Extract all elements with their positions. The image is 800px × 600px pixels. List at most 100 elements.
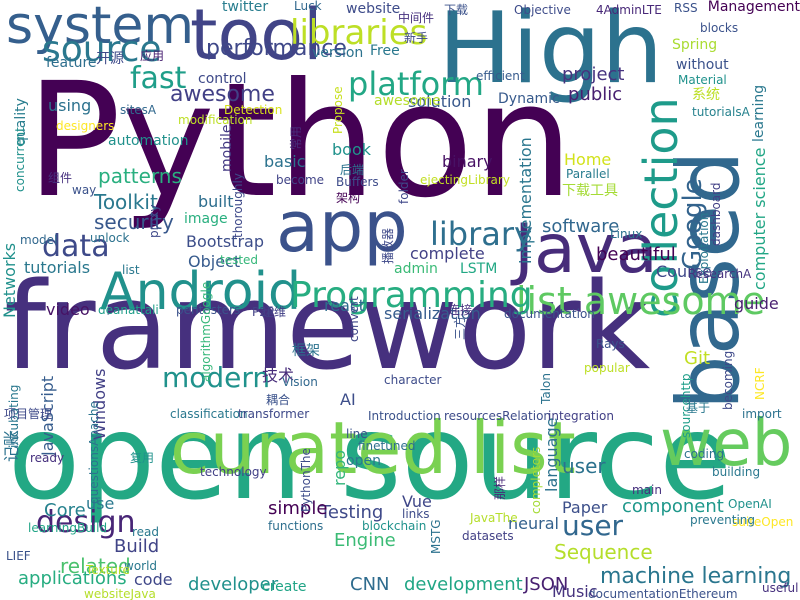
- cloud-word: import: [742, 407, 782, 421]
- cloud-word: 组件: [48, 171, 73, 185]
- cloud-word: resourcesRelation: [444, 409, 552, 423]
- cloud-word: 记账: [2, 429, 21, 462]
- cloud-word: AI: [340, 390, 356, 409]
- cloud-word: websiteJava: [84, 587, 156, 600]
- cloud-word: complete: [410, 244, 485, 263]
- cloud-word: Propose: [331, 86, 345, 134]
- cloud-word: Sequence: [554, 540, 653, 564]
- cloud-word: Vision: [282, 375, 318, 389]
- cloud-word: using: [48, 96, 92, 115]
- cloud-word: 基于: [686, 401, 711, 415]
- cloud-word: Spring: [672, 37, 718, 53]
- cloud-word: Luck: [294, 0, 322, 13]
- cloud-word: 运维: [262, 305, 287, 319]
- cloud-word: 项目管理: [4, 407, 53, 421]
- cloud-word: Engine: [334, 530, 396, 551]
- cloud-word: Management: [707, 0, 800, 15]
- cloud-word: modification: [178, 113, 253, 127]
- cloud-word: main: [632, 483, 662, 497]
- word-cloud: Python framework open source High based curat…: [0, 0, 800, 600]
- cloud-word: website: [346, 1, 401, 17]
- cloud-word: classification: [170, 407, 248, 421]
- cloud-word: 架构: [336, 191, 361, 205]
- cloud-word: create: [262, 579, 307, 595]
- cloud-word: documentation: [504, 307, 595, 321]
- cloud-word: useful: [762, 581, 799, 595]
- cloud-word: finetuned: [358, 439, 416, 453]
- cloud-word: questionsApache: [87, 401, 101, 504]
- cloud-word: 框架: [292, 343, 320, 359]
- cloud-word: deanattali: [98, 303, 159, 317]
- cloud-word: Buffers: [336, 175, 379, 189]
- cloud-word: open: [346, 453, 381, 469]
- cloud-word: unlock: [90, 231, 130, 245]
- cloud-word: algorithmGoogle: [199, 281, 213, 382]
- cloud-word: without: [676, 57, 729, 73]
- cloud-word: Home: [564, 150, 612, 169]
- cloud-word: language: [542, 417, 561, 493]
- cloud-word: 下载: [444, 3, 469, 17]
- cloud-word: technology: [200, 465, 267, 479]
- cloud-word: PythonThe: [299, 448, 313, 512]
- cloud-word: guide: [734, 294, 779, 313]
- cloud-word: thoroughly: [231, 173, 245, 238]
- cloud-word: become: [276, 173, 325, 187]
- cloud-word: read: [132, 525, 160, 539]
- cloud-word: project: [562, 64, 625, 85]
- cloud-word: completers: [529, 446, 543, 514]
- cloud-word: preventing: [690, 513, 756, 527]
- cloud-word: Bootstrap: [186, 232, 264, 251]
- cloud-word: Dynamic: [498, 91, 560, 107]
- cloud-word: ResearchA: [688, 267, 752, 281]
- cloud-word: character: [384, 373, 442, 387]
- cloud-word: feature: [46, 55, 97, 71]
- cloud-word: basic: [264, 152, 306, 171]
- cloud-word: learningBuild: [28, 521, 108, 535]
- cloud-word: 三方: [453, 315, 467, 340]
- cloud-word: control: [198, 71, 247, 87]
- cloud-word: implementation: [516, 137, 535, 264]
- cloud-word: tested: [220, 253, 259, 267]
- cloud-word: Material: [678, 73, 727, 87]
- cloud-word: 应用: [140, 49, 165, 63]
- cloud-word: built: [198, 192, 234, 211]
- cloud-word: becoming: [721, 350, 735, 410]
- cloud-word: 4AdminLTE: [596, 3, 662, 17]
- cloud-word: Build: [114, 536, 160, 557]
- cloud-word: Objective: [514, 3, 571, 17]
- cloud-word: folder: [397, 169, 411, 204]
- cloud-word: designers: [56, 119, 115, 133]
- cloud-word: mobile: [219, 124, 235, 172]
- cloud-word: twitter: [222, 0, 269, 15]
- cloud-word: 下载工具: [562, 183, 618, 199]
- cloud-word: efficient: [476, 69, 525, 83]
- cloud-word: way: [72, 183, 97, 197]
- cloud-word: software: [542, 216, 620, 237]
- cloud-word: automation: [108, 133, 189, 149]
- cloud-word: computer science: [750, 147, 769, 290]
- cloud-word: learning: [751, 84, 767, 142]
- cloud-word: tutorials: [24, 258, 91, 277]
- cloud-word: 中间件: [398, 11, 435, 25]
- cloud-word: binary: [442, 152, 493, 171]
- cloud-word: patterns: [98, 164, 182, 188]
- cloud-word: Free: [370, 43, 400, 59]
- cloud-word: NCRF: [753, 367, 767, 400]
- cloud-word: 复用: [130, 451, 155, 465]
- cloud-word: popular: [584, 361, 630, 375]
- cloud-word: 系统: [692, 87, 720, 103]
- cloud-word: 播放器: [381, 227, 395, 264]
- cloud-word: awesome: [374, 93, 441, 109]
- cloud-word: list: [122, 263, 140, 277]
- cloud-word: model: [20, 233, 58, 247]
- cloud-word: Rays: [596, 337, 625, 351]
- cloud-word: MSTG: [429, 519, 443, 554]
- cloud-word: 常用: [289, 125, 303, 150]
- cloud-word: transformer: [238, 407, 310, 421]
- cloud-word: Paper: [562, 498, 608, 517]
- cloud-word: Texture: [86, 563, 130, 577]
- cloud-word: integration: [548, 409, 614, 423]
- cloud-word: documentationEthereum: [588, 587, 738, 600]
- cloud-word: version: [312, 45, 364, 61]
- cloud-word: LIEF: [6, 549, 31, 563]
